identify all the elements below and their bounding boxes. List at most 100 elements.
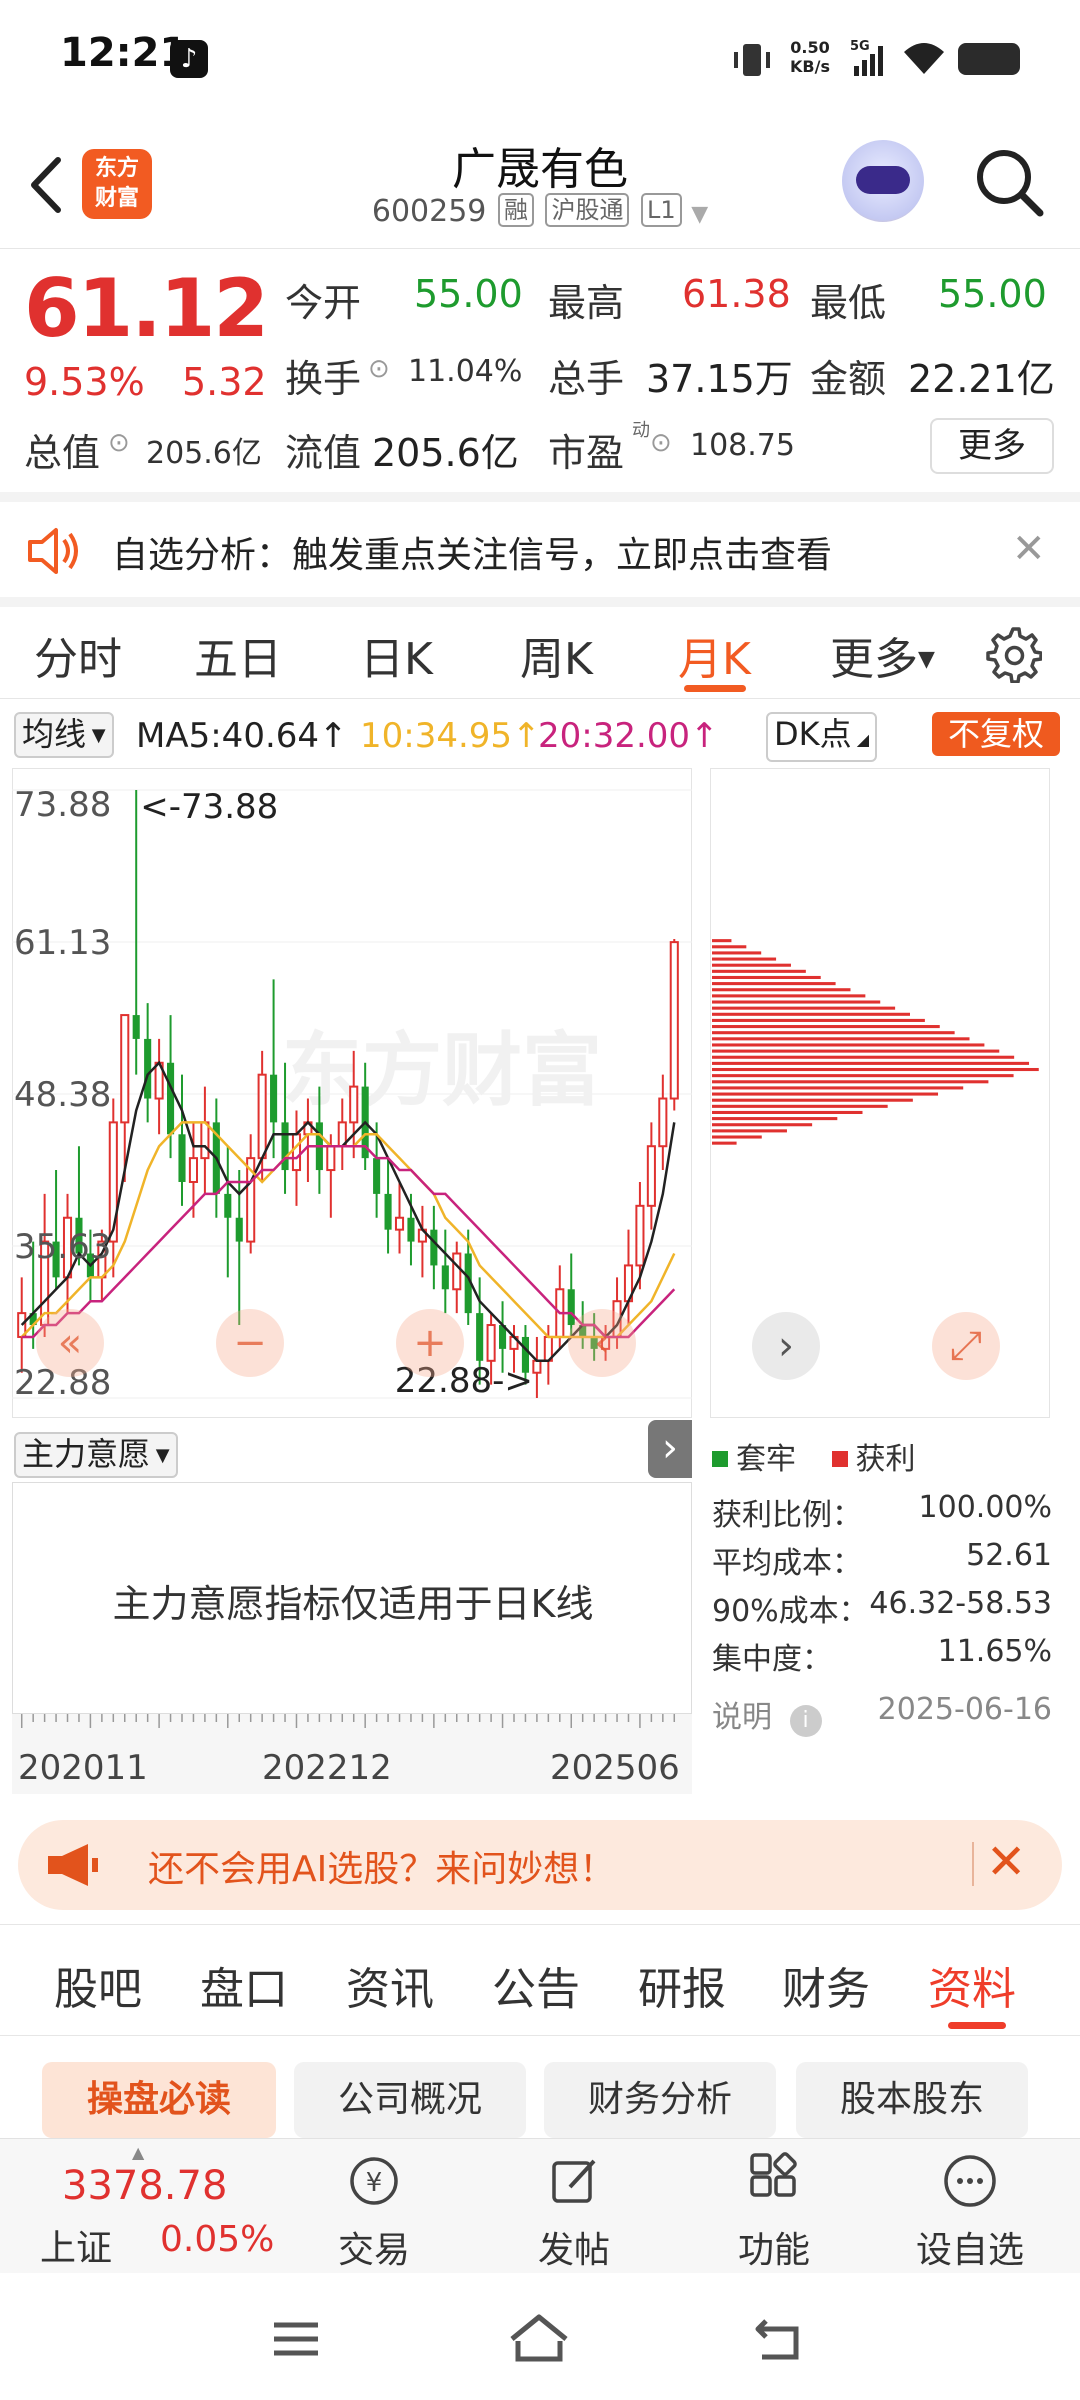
add-watchlist-button[interactable]: 设自选	[910, 2151, 1030, 2273]
scroll-left-icon[interactable]: «	[36, 1309, 104, 1377]
info-dot-icon: ⊙	[650, 428, 672, 458]
chip-note-row[interactable]: 说明 i 2025-06-16	[712, 1692, 1052, 1737]
tab-weekly-k[interactable]: 周K	[520, 623, 593, 687]
indicator-type-select[interactable]: 主力意愿 ▼	[14, 1432, 178, 1478]
candle-body	[669, 941, 679, 1100]
x-tick-label: 202011	[18, 1748, 148, 1788]
monthly-candlestick-chart[interactable]: 东方财富 73.8861.1348.3835.6322.88<-73.8822.…	[12, 768, 692, 1418]
post-button[interactable]: 发帖	[514, 2151, 634, 2273]
chip-bar	[712, 939, 732, 943]
stat-90-cost: 90%成本： 46.32-58.53	[712, 1586, 1052, 1629]
candle-body	[532, 1359, 542, 1374]
tab-announcements[interactable]: 公告	[492, 1953, 580, 2017]
chip-bar	[712, 1141, 737, 1145]
close-icon[interactable]: ✕	[1012, 526, 1046, 572]
tab-daily-k[interactable]: 日K	[360, 623, 433, 687]
stock-name: 广晟有色	[452, 144, 628, 195]
tab-financials[interactable]: 财务	[782, 1953, 870, 2017]
tab-profile[interactable]: 资料	[928, 1953, 1016, 2017]
dk-point-select[interactable]: DK点 ◢	[766, 712, 878, 762]
chip-company-overview[interactable]: 公司概况	[294, 2062, 526, 2138]
home-icon[interactable]	[508, 2313, 570, 2363]
tab-monthly-k[interactable]: 月K	[678, 623, 751, 687]
chip-bar	[712, 1080, 989, 1084]
dropdown-triangle-icon: ▼	[691, 202, 709, 227]
chip-bar	[712, 1061, 1030, 1065]
svg-text:−: −	[233, 1320, 267, 1366]
chip-bar	[712, 1098, 913, 1102]
chip-bar	[712, 1074, 1014, 1078]
banner-text[interactable]: 自选分析：触发重点关注信号，立即点击查看	[112, 526, 832, 578]
max-price-marker: <-73.88	[140, 787, 278, 827]
index-value[interactable]: 3378.78	[62, 2163, 227, 2209]
chevron-right-icon[interactable]: ›	[752, 1312, 820, 1380]
chip-bar	[712, 1037, 970, 1041]
price-adjust-toggle[interactable]: 不复权	[932, 712, 1060, 756]
chip-bar	[712, 975, 821, 980]
tab-five-day[interactable]: 五日	[194, 623, 282, 687]
candle-body	[291, 1133, 302, 1172]
expand-icon[interactable]: ⤢	[932, 1312, 1000, 1380]
chevron-right-icon[interactable]: ›	[648, 1420, 692, 1478]
status-time: 12:21	[60, 30, 188, 76]
ai-assistant-robot-icon[interactable]	[842, 140, 924, 222]
info-dot-icon: ⊙	[108, 428, 130, 458]
chip-bar	[712, 1025, 940, 1029]
close-icon[interactable]: ✕	[986, 1834, 1026, 1890]
system-navigation-bar	[0, 2273, 1080, 2400]
battery-icon	[958, 43, 1020, 75]
search-icon[interactable]	[972, 145, 1046, 219]
ai-promo-banner[interactable]: 还不会用AI选股？来问妙想！ ✕	[18, 1820, 1062, 1910]
menu-icon[interactable]	[272, 2319, 320, 2359]
analysis-banner[interactable]: 自选分析：触发重点关注信号，立即点击查看 ✕	[0, 500, 1080, 600]
info-icon[interactable]: i	[789, 1705, 822, 1737]
last-price: 61.12	[24, 262, 269, 355]
tab-order-book[interactable]: 盘口	[200, 1953, 288, 2017]
candle-body	[326, 1145, 336, 1172]
zoom-in-icon[interactable]: +	[396, 1309, 464, 1377]
tab-forum[interactable]: 股吧	[54, 1953, 142, 2017]
candle-body	[224, 1193, 232, 1218]
ma10-readout: 10:34.95↑	[360, 716, 541, 756]
chip-bar	[712, 1104, 888, 1108]
volume-label: 总手	[548, 357, 625, 401]
candle-body	[658, 1097, 668, 1148]
more-quote-button[interactable]: 更多	[930, 418, 1054, 474]
step-left-icon[interactable]: ‹	[568, 1309, 636, 1377]
tab-more[interactable]: 更多▼	[830, 623, 935, 687]
pe-value: 108.75	[690, 428, 795, 463]
candle-body	[144, 1038, 152, 1099]
back-nav-icon[interactable]	[752, 2315, 804, 2361]
turnover-value: 11.04%	[408, 354, 523, 389]
chip-share-capital[interactable]: 股本股东	[796, 2062, 1028, 2138]
tab-news[interactable]: 资讯	[346, 1953, 434, 2017]
amount-value: 22.21亿	[908, 357, 1055, 401]
chip-date: 2025-06-16	[877, 1692, 1052, 1727]
chip-distribution-chart[interactable]: › ⤢	[710, 768, 1050, 1418]
zoom-out-icon[interactable]: −	[216, 1309, 284, 1377]
ai-promo-text[interactable]: 还不会用AI选股？来问妙想！	[148, 1840, 615, 1892]
candle-body	[120, 1014, 130, 1124]
candle-body	[635, 1204, 645, 1267]
functions-button[interactable]: 功能	[714, 2151, 834, 2273]
tiktok-notification-icon: ♪	[170, 40, 208, 78]
chip-bar	[712, 1110, 863, 1115]
chip-bar	[712, 994, 866, 998]
stat-concentration: 集中度： 11.65%	[712, 1634, 1052, 1677]
gear-icon[interactable]	[984, 625, 1042, 683]
indicator-select[interactable]: 均线 ▼	[14, 712, 114, 758]
pe-dynamic-tag: 动	[632, 420, 650, 441]
tab-intraday[interactable]: 分时	[34, 623, 122, 687]
stat-profit-ratio: 获利比例： 100.00%	[712, 1490, 1052, 1533]
grid-apps-icon	[750, 2152, 797, 2197]
candle-body	[257, 1073, 267, 1160]
tab-research[interactable]: 研报	[638, 1953, 726, 2017]
legend-profit: 获利	[855, 1442, 916, 1477]
chip-financial-analysis[interactable]: 财务分析	[544, 2062, 776, 2138]
candle-body	[235, 1217, 243, 1242]
status-bar: 12:21 ♪ 0.50 KB/s 5G	[0, 0, 1080, 115]
chip-bar	[712, 1067, 1039, 1072]
trade-button[interactable]: ¥ 交易	[314, 2151, 434, 2273]
chip-trading-must-read[interactable]: 操盘必读	[42, 2062, 276, 2138]
expand-up-icon[interactable]: ▲	[132, 2143, 144, 2162]
